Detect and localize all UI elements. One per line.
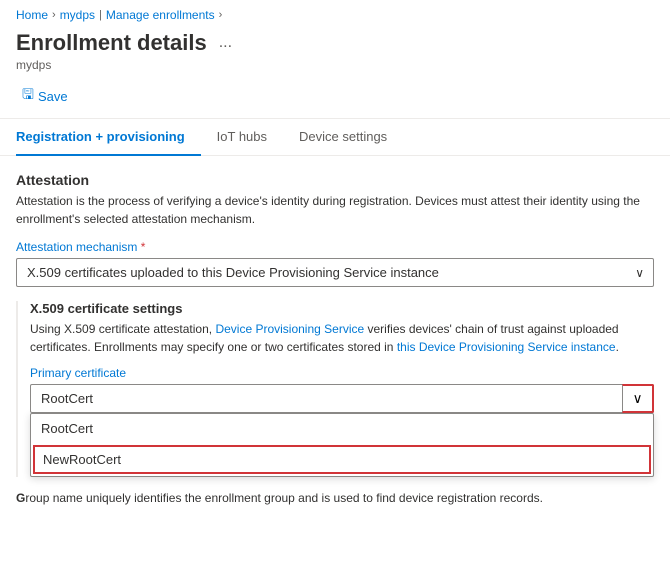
cert-chevron-button[interactable]: ∨	[622, 384, 654, 413]
breadcrumb-manage-enrollments[interactable]: Manage enrollments	[106, 8, 215, 22]
breadcrumb-home[interactable]: Home	[16, 8, 48, 22]
ellipsis-button[interactable]: ...	[215, 32, 236, 54]
content-area: Attestation Attestation is the process o…	[0, 156, 670, 507]
primary-cert-label: Primary certificate	[30, 366, 654, 380]
x509-subsection: X.509 certificate settings Using X.509 c…	[16, 301, 654, 477]
mechanism-select[interactable]: X.509 certificates uploaded to this Devi…	[16, 258, 654, 287]
attestation-title: Attestation	[16, 172, 654, 188]
cert-chevron-icon: ∨	[633, 391, 643, 407]
x509-desc-part1: Using X.509 certificate attestation,	[30, 322, 215, 336]
tab-iot-hubs[interactable]: IoT hubs	[201, 119, 283, 156]
tab-device-settings[interactable]: Device settings	[283, 119, 403, 156]
page-title: Enrollment details	[16, 30, 207, 56]
group-description-text: roup name uniquely identifies the enroll…	[25, 491, 543, 505]
page-subtitle: mydps	[16, 58, 654, 72]
breadcrumb-sep-3: ›	[219, 9, 223, 21]
mechanism-select-wrapper: X.509 certificates uploaded to this Devi…	[16, 258, 654, 287]
cert-select-wrapper: RootCert ∨	[30, 384, 654, 413]
x509-desc-part3: .	[616, 340, 619, 354]
x509-description: Using X.509 certificate attestation, Dev…	[30, 320, 654, 356]
group-description: Group name uniquely identifies the enrol…	[16, 489, 654, 507]
cert-select-input[interactable]: RootCert	[30, 384, 654, 413]
group-label-bold: G	[16, 491, 25, 505]
breadcrumb-sep-2: |	[99, 9, 102, 21]
cert-dropdown-list: RootCert NewRootCert	[30, 413, 654, 477]
breadcrumb-sep-1: ›	[52, 9, 56, 21]
tabs-container: Registration + provisioning IoT hubs Dev…	[0, 119, 670, 156]
breadcrumb: Home › mydps | Manage enrollments ›	[0, 0, 670, 26]
save-button[interactable]: 🖫 Save	[16, 80, 74, 112]
dropdown-item-rootcert[interactable]: RootCert	[31, 414, 653, 443]
required-indicator: *	[141, 240, 146, 254]
x509-dps-link[interactable]: Device Provisioning Service	[215, 322, 364, 336]
page-title-area: Enrollment details ... mydps	[0, 26, 670, 74]
mechanism-label: Attestation mechanism *	[16, 240, 654, 254]
save-label: Save	[38, 89, 68, 104]
tab-registration[interactable]: Registration + provisioning	[16, 119, 201, 156]
attestation-section: Attestation Attestation is the process o…	[16, 172, 654, 287]
group-section: Group name uniquely identifies the enrol…	[16, 489, 654, 507]
x509-instance-link[interactable]: this Device Provisioning Service instanc…	[397, 340, 616, 354]
save-icon: 🖫	[22, 84, 34, 108]
toolbar: 🖫 Save	[0, 74, 670, 118]
x509-title: X.509 certificate settings	[30, 301, 654, 316]
dropdown-item-newrootcert[interactable]: NewRootCert	[33, 445, 651, 474]
attestation-description: Attestation is the process of verifying …	[16, 192, 654, 228]
breadcrumb-mydps[interactable]: mydps	[60, 8, 95, 22]
